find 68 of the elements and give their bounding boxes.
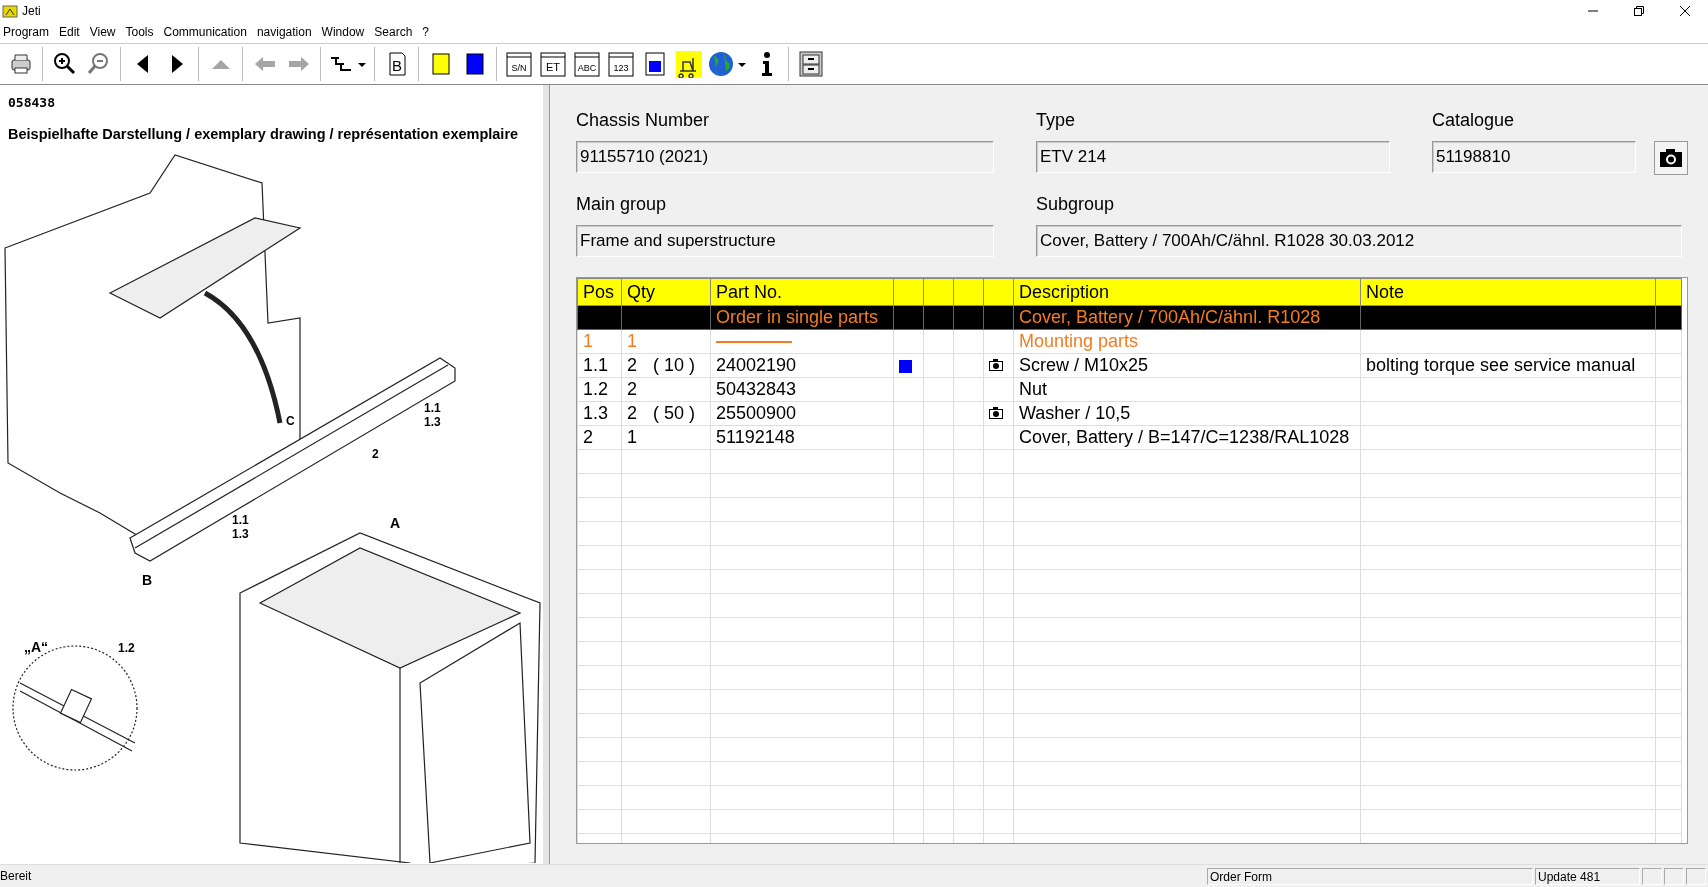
- menu-item[interactable]: navigation: [253, 25, 319, 39]
- callout-label: C: [286, 414, 295, 428]
- table-cell: 1: [577, 329, 622, 354]
- drawing-caption: Beispielhafte Darstellung / exemplary drawing / représentation exemplaire: [8, 126, 520, 142]
- pack-size: ( 10 ): [653, 355, 696, 375]
- callout-label: 1.2: [118, 641, 135, 655]
- table-cell: 1.2: [577, 377, 622, 402]
- quantity: 1: [627, 427, 637, 447]
- table-cell: 51192148: [710, 425, 894, 450]
- book-icon[interactable]: S/N: [505, 50, 533, 78]
- table-cell: Cover, Battery / 700Ah/C/ähnl. R1028: [1013, 305, 1361, 330]
- status-panel: Order Form: [1207, 867, 1533, 885]
- table-cell: 24002190: [710, 353, 894, 378]
- menu-item[interactable]: Tools: [122, 25, 161, 39]
- table-cell: Screw / M10x25: [1013, 353, 1361, 378]
- menu-item[interactable]: View: [86, 25, 123, 39]
- callout-label: 1.1: [424, 401, 441, 415]
- menu-item[interactable]: Search: [371, 25, 420, 39]
- table-cell: 25500900: [710, 401, 894, 426]
- status-message: Bereit: [0, 869, 33, 883]
- column-header[interactable]: Description: [1013, 278, 1361, 306]
- column-header[interactable]: Pos: [577, 278, 622, 306]
- book-icon[interactable]: ABC: [573, 50, 601, 78]
- table-cell: 50432843: [710, 377, 894, 402]
- quantity: 2: [627, 379, 637, 399]
- table-cell: bolting torque see service manual: [1360, 353, 1656, 378]
- text-field[interactable]: 91155710 (2021): [576, 141, 994, 173]
- callout-label: B: [142, 572, 153, 588]
- quantity: 2: [627, 355, 637, 375]
- text-field[interactable]: Frame and superstructure: [576, 225, 994, 257]
- callout-label: „A“: [24, 639, 49, 655]
- menu-item[interactable]: Edit: [56, 25, 87, 39]
- drawing-number: 058438: [8, 95, 56, 110]
- table-cell: 1.3: [577, 401, 622, 426]
- field-label: Chassis Number: [576, 109, 711, 132]
- book-icon[interactable]: ET: [539, 50, 567, 78]
- text-field[interactable]: ETV 214: [1036, 141, 1390, 173]
- callout-label: 1.3: [232, 527, 249, 541]
- field-label: Subgroup: [1036, 193, 1116, 216]
- book-icon[interactable]: 123: [607, 50, 635, 78]
- table-cell: 1.1: [577, 353, 622, 378]
- callout-label: 1.1: [232, 513, 249, 527]
- column-header[interactable]: Qty: [621, 278, 711, 306]
- field-label: Catalogue: [1432, 109, 1516, 132]
- menu-item[interactable]: Communication: [160, 25, 254, 39]
- table-cell: Nut: [1013, 377, 1361, 402]
- menu-item[interactable]: Program: [0, 25, 56, 39]
- field-label: Type: [1036, 109, 1077, 132]
- field-label: Main group: [576, 193, 668, 216]
- menu-item[interactable]: ?: [419, 25, 436, 39]
- quantity: 1: [627, 331, 637, 351]
- table-cell: 2: [577, 425, 622, 450]
- table-cell: Cover, Battery / B=147/C=1238/RAL1028: [1013, 425, 1361, 450]
- column-header[interactable]: Note: [1360, 278, 1656, 306]
- text-field[interactable]: Cover, Battery / 700Ah/C/ähnl. R1028 30.03.2012: [1036, 225, 1682, 257]
- column-header[interactable]: Part No.: [710, 278, 894, 306]
- callout-label: A: [390, 515, 401, 531]
- quantity: 2: [627, 403, 637, 423]
- status-panel: Update 481: [1535, 867, 1640, 885]
- window-title: Jeti: [22, 3, 42, 18]
- callout-label: 2: [372, 447, 379, 461]
- menu-item[interactable]: Window: [318, 25, 372, 39]
- text-field[interactable]: 51198810: [1432, 141, 1636, 173]
- callout-label: 1.3: [424, 415, 441, 429]
- table-cell: Washer / 10,5: [1013, 401, 1361, 426]
- pack-size: ( 50 ): [653, 403, 696, 423]
- table-cell: Mounting parts: [1013, 329, 1361, 354]
- table-cell: Order in single parts: [710, 305, 894, 330]
